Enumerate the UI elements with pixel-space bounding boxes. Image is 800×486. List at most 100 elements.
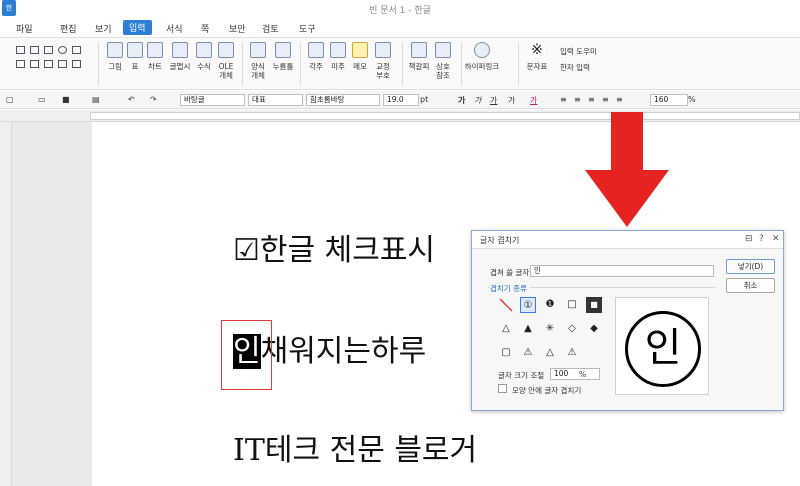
rounded-square-option[interactable]: ▢ (498, 345, 514, 361)
slash-icon (499, 298, 513, 312)
dialog-settings-icon[interactable]: ⊟ (745, 234, 753, 244)
size-label: 글자 크기 조절 (498, 371, 545, 380)
font-color-icon[interactable]: 가 (530, 95, 537, 106)
filled-diamond-option[interactable]: ◆ (586, 321, 602, 337)
ribbon-hyperlink-button[interactable]: 하이퍼링크 (462, 42, 502, 88)
polygon-shape-icon[interactable] (30, 60, 39, 68)
zoom-input[interactable]: 160 (650, 94, 688, 106)
ribbon-ole-label: OLE 개체 (218, 62, 234, 80)
insert-button[interactable]: 넣기(D) (726, 259, 775, 274)
connector-shape-icon[interactable] (58, 60, 67, 68)
hanja-input-menu[interactable]: 한자 입력 (560, 62, 590, 73)
bold-icon[interactable]: 가 (458, 95, 465, 106)
outline-triangle-option[interactable]: △ (542, 345, 558, 361)
style-select[interactable]: 바탕글 (180, 94, 245, 106)
inside-shape-checkbox[interactable] (498, 384, 507, 393)
wordart-icon (172, 42, 188, 58)
menu-view[interactable]: 보기 (95, 22, 112, 35)
format-bar: ▢ ▭ ■ ▤ ↶ ↷ 바탕글 대표 함초롬바탕 19.0 pt 가 가 가 가… (0, 91, 800, 109)
font-size-input[interactable]: 19.0 (383, 94, 419, 106)
undo-icon[interactable]: ↶ (128, 95, 135, 104)
freeform-shape-icon[interactable] (72, 60, 81, 68)
new-document-icon[interactable]: ▢ (6, 95, 14, 104)
filled-square-option[interactable]: ■ (586, 297, 602, 313)
vertical-ruler[interactable] (0, 122, 12, 486)
save-icon[interactable]: ■ (62, 95, 70, 104)
ribbon-symbol-label: 문자표 (526, 62, 548, 71)
distribute-icon[interactable]: ≡ (616, 95, 623, 104)
ribbon-field-button[interactable]: 누름틀 (268, 42, 298, 88)
rectangle-shape-icon[interactable] (30, 46, 39, 54)
circle-option[interactable]: ① (520, 297, 536, 313)
overlap-char-input[interactable]: 인 (530, 265, 714, 277)
window-title: 빈 문서 1 - 한글 (369, 6, 431, 16)
zoom-unit: % (688, 95, 696, 104)
ribbon-symbol-button[interactable]: ※ 문자표 (522, 42, 552, 88)
no-shape-option[interactable] (498, 297, 514, 313)
doc-line-blogger[interactable]: IT테크 전문 블로거 (233, 425, 477, 469)
inside-shape-label: 모양 안에 글자 겹치기 (512, 386, 582, 395)
filled-circle-option[interactable]: ❶ (542, 297, 558, 313)
menu-review[interactable]: 검토 (262, 22, 279, 35)
menu-bar: 파일 편집 보기 입력 서식 쪽 보안 검토 도구 (0, 18, 800, 38)
ribbon-crossref-button[interactable]: 상호 참조 (428, 42, 458, 88)
ribbon-hyperlink-label: 하이퍼링크 (464, 62, 500, 71)
menu-security[interactable]: 보안 (229, 22, 246, 35)
menu-format[interactable]: 서식 (166, 22, 183, 35)
red-arrow-down-icon (585, 112, 669, 227)
font-select[interactable]: 함초롬바탕 (306, 94, 380, 106)
print-icon[interactable]: ▤ (92, 95, 100, 104)
ole-icon (218, 42, 234, 58)
cancel-button[interactable]: 취소 (726, 278, 775, 293)
line-shape-icon[interactable] (16, 46, 25, 54)
ribbon-field-label: 누름틀 (272, 62, 294, 71)
diamond-option[interactable]: ◇ (564, 321, 580, 337)
menu-insert[interactable]: 입력 (123, 20, 152, 35)
page-gutter (12, 122, 92, 486)
title-bar: 한 빈 문서 1 - 한글 (0, 0, 800, 17)
align-left-icon[interactable]: ≡ (574, 95, 581, 104)
ribbon-separator (518, 42, 519, 86)
chart-icon (147, 42, 163, 58)
menu-page[interactable]: 쪽 (201, 22, 209, 35)
underline-icon[interactable]: 가 (490, 95, 497, 106)
size-input[interactable]: 100 (550, 368, 600, 380)
arc-shape-icon[interactable] (72, 46, 81, 54)
doc-line-checkmark[interactable]: ☑한글 체크표시 (233, 225, 435, 269)
strikethrough-icon[interactable]: 가 (508, 95, 515, 106)
triangle-option[interactable]: △ (498, 321, 514, 337)
menu-tools[interactable]: 도구 (299, 22, 316, 35)
ribbon-ole-button[interactable]: OLE 개체 (211, 42, 241, 88)
filled-triangle-option[interactable]: ▲ (520, 321, 536, 337)
preview-panel: 인 (615, 297, 709, 395)
dialog-help-icon[interactable]: ? (759, 234, 764, 244)
square-option[interactable]: □ (564, 297, 580, 313)
shape-gallery[interactable] (16, 44, 96, 84)
formula-icon (196, 42, 212, 58)
curve-shape-icon[interactable] (16, 60, 25, 68)
dialog-title: 글자 겹치기 (480, 236, 520, 245)
language-select[interactable]: 대표 (248, 94, 303, 106)
align-center-icon[interactable]: ≡ (588, 95, 595, 104)
input-helper-menu[interactable]: 입력 도우미 (560, 46, 597, 57)
italic-icon[interactable]: 가 (474, 95, 481, 106)
open-folder-icon[interactable]: ▭ (38, 95, 46, 104)
menu-edit[interactable]: 편집 (60, 22, 77, 35)
redo-icon[interactable]: ↷ (150, 95, 157, 104)
starburst-option[interactable]: ✳ (542, 321, 558, 337)
square-shape-icon[interactable] (44, 46, 53, 54)
memo-icon (352, 42, 368, 58)
dialog-close-icon[interactable]: ✕ (772, 234, 780, 244)
field-icon (275, 42, 291, 58)
cross-triangle-option[interactable]: ⚠ (564, 345, 580, 361)
menu-file[interactable]: 파일 (16, 22, 33, 35)
ribbon-proof-button[interactable]: 교정 부호 (368, 42, 398, 88)
ellipse-shape-icon[interactable] (58, 46, 67, 54)
align-right-icon[interactable]: ≡ (602, 95, 609, 104)
ribbon-crossref-label: 상호 참조 (436, 62, 450, 80)
horizontal-ruler[interactable] (0, 110, 800, 122)
align-justify-icon[interactable]: ≡ (560, 95, 567, 104)
warning-triangle-option[interactable]: ⚠ (520, 345, 536, 361)
arrow-shape-icon[interactable] (44, 60, 53, 68)
dialog-title-bar[interactable]: 글자 겹치기 ⊟ ? ✕ (472, 231, 783, 249)
